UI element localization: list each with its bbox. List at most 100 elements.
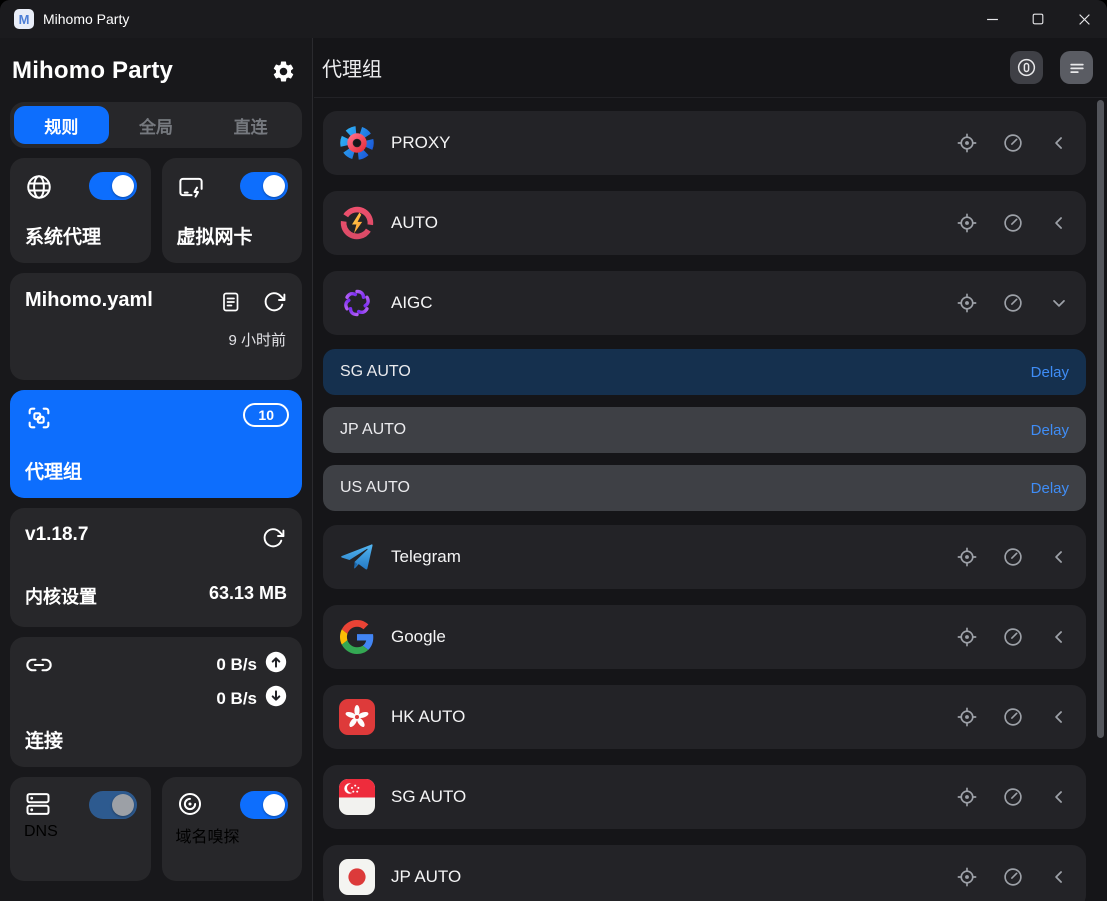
- main-header: 代理组: [314, 38, 1107, 98]
- group-icon: [339, 205, 375, 241]
- window-title: Mihomo Party: [43, 11, 129, 27]
- locate-node-icon[interactable]: [956, 132, 978, 154]
- proxy-group-row[interactable]: HK AUTO: [323, 685, 1086, 749]
- connections-card[interactable]: 0 B/s 0 B/s 连接: [10, 637, 302, 767]
- speed-test-icon[interactable]: [1002, 546, 1024, 568]
- proxy-groups-nav-card[interactable]: 10 代理组: [10, 390, 302, 498]
- system-proxy-toggle[interactable]: [89, 172, 137, 200]
- sniff-label: 域名嗅探: [176, 823, 289, 847]
- locate-node-icon[interactable]: [956, 786, 978, 808]
- profile-refresh-icon[interactable]: [261, 289, 287, 315]
- tun-toggle[interactable]: [240, 172, 288, 200]
- sidebar-app-title: Mihomo Party: [12, 57, 173, 85]
- upload-arrow-icon: [265, 651, 287, 678]
- tab-global[interactable]: 全局: [109, 106, 204, 144]
- group-icon: [339, 539, 375, 575]
- link-icon: [25, 666, 53, 683]
- chevron-icon[interactable]: [1048, 292, 1070, 314]
- locate-node-icon[interactable]: [956, 292, 978, 314]
- core-memory-value: 63.13 MB: [209, 583, 287, 609]
- page-title: 代理组: [322, 53, 382, 82]
- proxy-group-row[interactable]: JP AUTO: [323, 845, 1086, 901]
- speed-test-icon[interactable]: [1002, 212, 1024, 234]
- titlebar: M Mihomo Party: [0, 0, 1107, 38]
- proxy-group-row[interactable]: PROXY: [323, 111, 1086, 175]
- upload-rate: 0 B/s: [216, 655, 257, 675]
- proxy-group-list: PROXY AUTO: [323, 98, 1086, 901]
- system-proxy-card[interactable]: 系统代理: [10, 158, 151, 263]
- proxy-group-row[interactable]: SG AUTO: [323, 765, 1086, 829]
- proxy-node-row[interactable]: JP AUTO Delay: [323, 407, 1086, 453]
- speed-test-icon[interactable]: [1002, 706, 1024, 728]
- profile-updated-time: 9 小时前: [228, 329, 286, 350]
- chevron-icon[interactable]: [1048, 132, 1070, 154]
- profile-file-icon[interactable]: [218, 289, 244, 315]
- proxy-node-row[interactable]: US AUTO Delay: [323, 465, 1086, 511]
- locate-node-icon[interactable]: [956, 546, 978, 568]
- tab-direct[interactable]: 直连: [203, 106, 298, 144]
- sidebar: Mihomo Party 规则 全局 直连 系统代理: [0, 38, 313, 901]
- chevron-icon[interactable]: [1048, 866, 1070, 888]
- group-name: Telegram: [391, 547, 956, 567]
- proxy-group-row[interactable]: Google: [323, 605, 1086, 669]
- locate-node-icon[interactable]: [956, 706, 978, 728]
- chevron-icon[interactable]: [1048, 786, 1070, 808]
- delay-label[interactable]: Delay: [1031, 364, 1069, 381]
- proxy-group-row[interactable]: AIGC: [323, 271, 1086, 335]
- profile-card[interactable]: Mihomo.yaml 9 小时前: [10, 273, 302, 380]
- delay-label[interactable]: Delay: [1031, 480, 1069, 497]
- locate-node-icon[interactable]: [956, 866, 978, 888]
- sniff-toggle[interactable]: [240, 791, 288, 819]
- locate-node-icon[interactable]: [956, 626, 978, 648]
- proxy-group-row[interactable]: Telegram: [323, 525, 1086, 589]
- chevron-icon[interactable]: [1048, 706, 1070, 728]
- dns-toggle[interactable]: [89, 791, 137, 819]
- group-display-mode-button[interactable]: [1060, 51, 1093, 84]
- download-arrow-icon: [265, 685, 287, 712]
- speed-test-icon[interactable]: [1002, 866, 1024, 888]
- group-name: SG AUTO: [391, 787, 956, 807]
- proxy-node-row[interactable]: SG AUTO Delay: [323, 349, 1086, 395]
- locate-node-icon[interactable]: [956, 212, 978, 234]
- tab-rule[interactable]: 规则: [14, 106, 109, 144]
- group-icon: [339, 699, 375, 735]
- group-icon: [339, 859, 375, 895]
- proxy-node-name: SG AUTO: [340, 363, 411, 381]
- scrollbar-thumb[interactable]: [1097, 100, 1104, 738]
- dns-card[interactable]: DNS: [10, 777, 151, 881]
- proxy-node-name: US AUTO: [340, 479, 410, 497]
- proxy-groups-icon: [25, 419, 53, 436]
- core-card[interactable]: v1.18.7 内核设置 63.13 MB: [10, 508, 302, 627]
- chevron-icon[interactable]: [1048, 546, 1070, 568]
- group-name: Google: [391, 627, 956, 647]
- core-refresh-icon[interactable]: [260, 525, 286, 551]
- speed-test-icon[interactable]: [1002, 786, 1024, 808]
- settings-gear-icon[interactable]: [268, 56, 298, 86]
- sniffer-radar-icon: [176, 805, 204, 822]
- download-rate: 0 B/s: [216, 689, 257, 709]
- core-version: v1.18.7: [25, 524, 287, 546]
- sniff-card[interactable]: 域名嗅探: [162, 777, 303, 881]
- group-icon: [339, 285, 375, 321]
- dns-label: DNS: [24, 823, 137, 841]
- proxy-group-row[interactable]: AUTO: [323, 191, 1086, 255]
- chevron-icon[interactable]: [1048, 626, 1070, 648]
- delay-zero-button[interactable]: [1010, 51, 1043, 84]
- speed-test-icon[interactable]: [1002, 292, 1024, 314]
- minimize-button[interactable]: [969, 0, 1015, 38]
- group-name: AIGC: [391, 293, 956, 313]
- speed-test-icon[interactable]: [1002, 132, 1024, 154]
- proxy-groups-count-badge: 10: [243, 403, 289, 427]
- delay-label[interactable]: Delay: [1031, 422, 1069, 439]
- speed-test-icon[interactable]: [1002, 626, 1024, 648]
- chevron-icon[interactable]: [1048, 212, 1070, 234]
- close-button[interactable]: [1061, 0, 1107, 38]
- tun-card[interactable]: 虚拟网卡: [162, 158, 303, 263]
- proxy-groups-label: 代理组: [25, 457, 82, 484]
- scrollbar[interactable]: [1097, 98, 1104, 901]
- globe-icon: [24, 189, 54, 206]
- proxy-node-name: JP AUTO: [340, 421, 406, 439]
- group-name: HK AUTO: [391, 707, 956, 727]
- maximize-button[interactable]: [1015, 0, 1061, 38]
- outbound-mode-tabs: 规则 全局 直连: [10, 102, 302, 148]
